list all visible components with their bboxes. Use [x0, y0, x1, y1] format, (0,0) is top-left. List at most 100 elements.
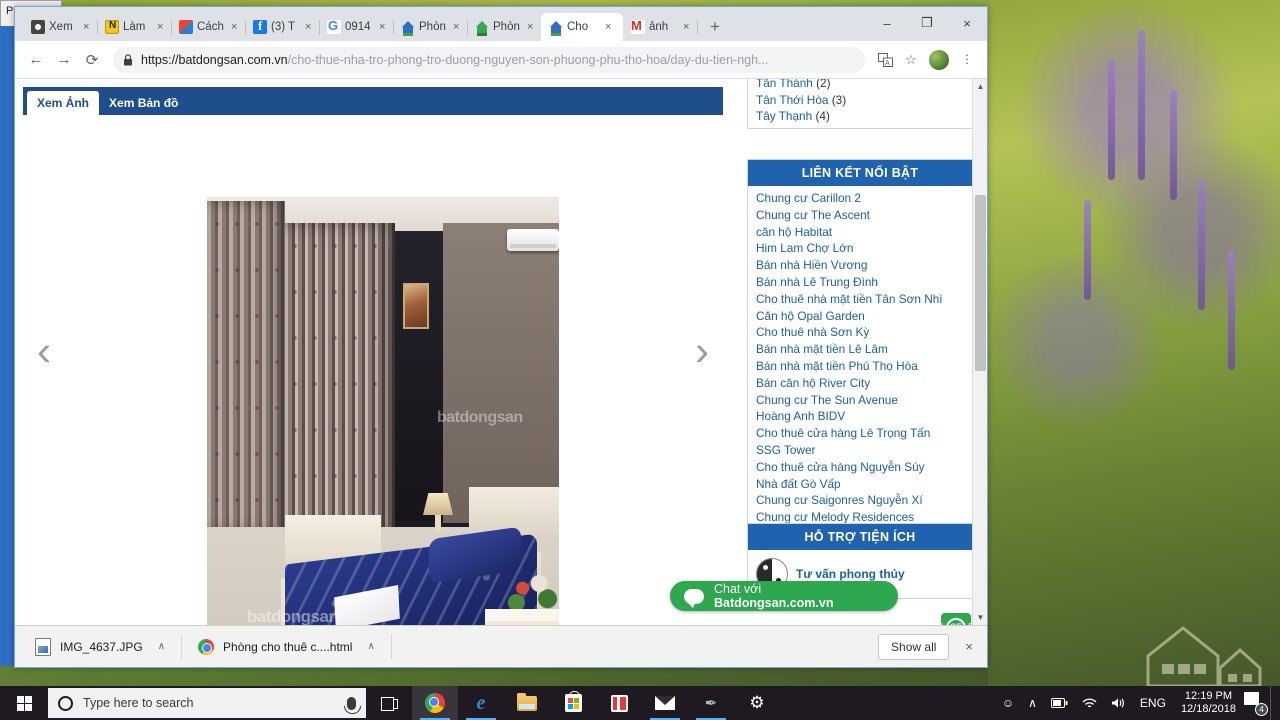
tab-close-icon[interactable]: × — [453, 21, 463, 33]
property-photo[interactable]: batdongsan batdongsan — [207, 197, 559, 625]
featured-link[interactable]: Nhà đất Gò Vấp — [756, 476, 964, 493]
taskbar-mail[interactable] — [642, 686, 688, 720]
browser-tab-2[interactable]: Làm × — [97, 13, 172, 41]
close-button[interactable]: × — [947, 7, 987, 39]
browser-tab-6[interactable]: Phòn × — [393, 13, 468, 41]
close-shelf-icon[interactable]: × — [961, 639, 977, 654]
featured-link[interactable]: Bán nhà Hiền Vương — [756, 257, 964, 274]
browser-tab-7[interactable]: Phòn × — [467, 13, 542, 41]
floating-chat-button[interactable]: \u25cf — [941, 613, 971, 625]
featured-link[interactable]: Cho thuê cửa hàng Lê Trọng Tấn — [756, 425, 964, 442]
taskbar-edge[interactable]: e — [458, 686, 504, 720]
tab-close-icon[interactable]: × — [605, 21, 615, 33]
microphone-icon[interactable] — [344, 696, 361, 714]
translate-icon[interactable]: A — [873, 48, 897, 72]
featured-link[interactable]: Căn hộ Opal Garden — [756, 308, 964, 325]
tab-close-icon[interactable]: × — [379, 21, 389, 33]
browser-tab-5[interactable]: 0914 × — [319, 13, 394, 41]
back-button[interactable]: ← — [23, 47, 49, 73]
taskbar-gift[interactable] — [596, 686, 642, 720]
tab-xem-anh[interactable]: Xem Ảnh — [27, 91, 100, 115]
featured-link[interactable]: SSG Tower — [756, 442, 964, 459]
district-item[interactable]: Tân Thành (2) — [756, 79, 964, 92]
tab-close-icon[interactable]: × — [305, 21, 315, 33]
featured-link[interactable]: Him Lam Chợ Lớn — [756, 240, 964, 257]
taskbar-chrome[interactable] — [412, 686, 458, 720]
start-button[interactable] — [0, 686, 48, 720]
tab-close-icon[interactable]: × — [157, 21, 167, 33]
taskbar-tools[interactable]: ✒ — [688, 686, 734, 720]
tab-xem-ban-do[interactable]: Xem Bản đồ — [99, 91, 188, 115]
featured-link[interactable]: Cho thuê nhà Sơn Kỳ — [756, 324, 964, 341]
notification-center-button[interactable]: 4 — [1244, 692, 1268, 716]
chrome-menu-icon[interactable]: ⋮ — [955, 48, 979, 72]
browser-tab-8-active[interactable]: Cho × — [541, 13, 623, 41]
film-reel-icon — [31, 20, 45, 34]
profile-avatar[interactable] — [929, 49, 949, 70]
scrollbar-thumb[interactable] — [975, 195, 986, 371]
download-item-image[interactable]: IMG_4637.JPG ∧ — [25, 632, 175, 662]
bookmark-star-icon[interactable]: ☆ — [899, 48, 923, 72]
page-scrollbar[interactable]: ▲ ▼ — [972, 79, 987, 625]
url-path: /cho-thue-nha-tro-phong-tro-duong-nguyen… — [287, 52, 769, 67]
featured-link[interactable]: Chung cư Carillon 2 — [756, 190, 964, 207]
tab-close-icon[interactable]: × — [683, 21, 693, 33]
featured-link[interactable]: Cho thuê nhà mặt tiền Tân Sơn Nhì — [756, 291, 964, 308]
browser-tab-3[interactable]: Cách × — [171, 13, 246, 41]
browser-tab-4[interactable]: (3) T × — [245, 13, 320, 41]
featured-link[interactable]: Bán nhà Lê Trung Đình — [756, 274, 964, 291]
featured-link[interactable]: Chung cư The Ascent — [756, 207, 964, 224]
forward-button[interactable]: → — [51, 47, 77, 73]
chat-widget-button[interactable]: Chat với Batdongsan.com.vn — [670, 581, 898, 611]
battery-icon[interactable] — [1044, 686, 1075, 720]
reload-button[interactable]: ⟳ — [79, 47, 105, 73]
minimize-button[interactable]: – — [867, 7, 907, 39]
district-item[interactable]: Tây Thạnh (4) — [756, 108, 964, 125]
new-tab-button[interactable]: + — [703, 15, 727, 39]
tab-close-icon[interactable]: × — [83, 21, 93, 33]
maximize-button[interactable]: ❐ — [907, 7, 947, 39]
chevron-up-icon[interactable]: ∧ — [158, 641, 165, 652]
people-icon[interactable]: ☺ — [995, 686, 1021, 720]
volume-icon[interactable] — [1104, 686, 1133, 720]
featured-link[interactable]: Bán nhà mặt tiền Lê Lâm — [756, 341, 964, 358]
taskbar-file-explorer[interactable] — [504, 686, 550, 720]
wifi-icon[interactable] — [1075, 686, 1104, 720]
download-item-html[interactable]: Phòng cho thuê c....html ∧ — [188, 632, 385, 662]
chevron-up-icon[interactable]: ∧ — [367, 641, 374, 652]
featured-link[interactable]: Chung cư The Sun Avenue — [756, 392, 964, 409]
clock-time: 12:19 PM — [1184, 690, 1233, 702]
task-view-button[interactable] — [366, 686, 412, 720]
taskbar-search-input[interactable]: Type here to search — [48, 688, 366, 718]
support-item-label: Tư vấn phong thủy — [796, 567, 905, 581]
show-desktop-button[interactable] — [1270, 686, 1276, 720]
search-placeholder: Type here to search — [83, 696, 194, 710]
browser-tab-9[interactable]: ảnh × — [623, 13, 698, 41]
gallery-next-arrow[interactable]: › — [695, 327, 709, 375]
featured-link[interactable]: Hoàng Anh BIDV — [756, 408, 964, 425]
show-hidden-icons-chevron[interactable]: ∧ — [1021, 686, 1044, 720]
taskbar-settings[interactable]: ⚙ — [734, 686, 780, 720]
tab-close-icon[interactable]: × — [231, 21, 241, 33]
featured-link[interactable]: Bán căn hộ River City — [756, 375, 964, 392]
featured-link[interactable]: Cho thuê cửa hàng Nguyễn Súy — [756, 459, 964, 476]
taskbar-store[interactable] — [550, 686, 596, 720]
featured-link[interactable]: Chung cư Saigonres Nguyễn Xí — [756, 492, 964, 509]
language-indicator[interactable]: ENG — [1133, 686, 1173, 720]
page-right-column: Tân Sơn Nhì (12) Tân Thành (2) Tân Thới … — [731, 79, 987, 625]
featured-link[interactable]: căn hộ Habitat — [756, 224, 964, 241]
url-text: https://batdongsan.com.vn/cho-thue-nha-t… — [141, 53, 769, 67]
district-item[interactable]: Tân Thới Hòa (3) — [756, 92, 964, 109]
scrollbar-up-arrow[interactable]: ▲ — [973, 79, 987, 94]
browser-tab-1[interactable]: Xem × — [23, 13, 98, 41]
address-bar[interactable]: https://batdongsan.com.vn/cho-thue-nha-t… — [113, 46, 865, 73]
gallery-prev-arrow[interactable]: ‹ — [37, 327, 51, 375]
gift-icon — [610, 694, 628, 712]
blue-house-icon — [401, 20, 415, 36]
show-all-downloads-button[interactable]: Show all — [878, 633, 950, 660]
scrollbar-down-arrow[interactable]: ▼ — [973, 610, 987, 625]
featured-link[interactable]: Bán nhà mặt tiền Phú Thọ Hòa — [756, 358, 964, 375]
taskbar-clock[interactable]: 12:19 PM 12/18/2018 — [1173, 690, 1244, 716]
tab-close-icon[interactable]: × — [527, 21, 537, 33]
tab-strip: Xem × Làm × Cách × (3) T × 0914 × Phòn × — [15, 7, 987, 41]
